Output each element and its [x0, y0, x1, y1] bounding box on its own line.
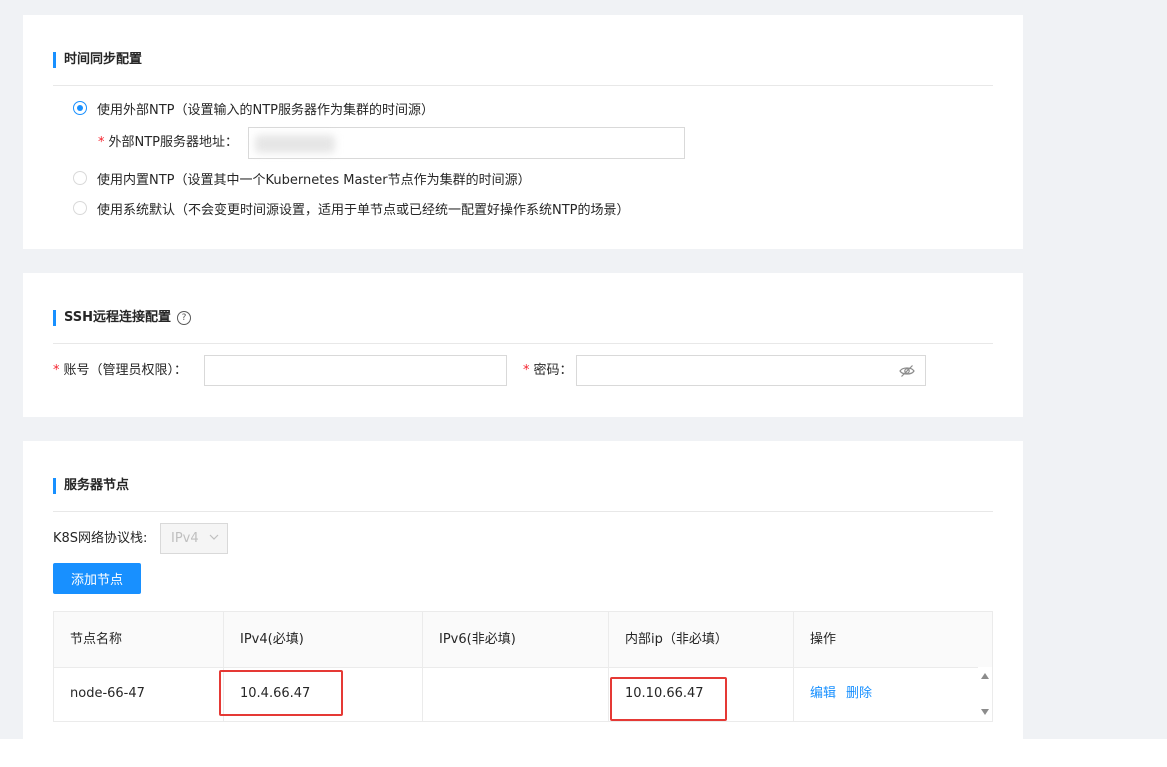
question-circle-icon[interactable]: ? — [177, 310, 192, 325]
header-ipv6: IPv6(非必填) — [423, 612, 609, 667]
table-header: 节点名称 IPv4(必填) IPv6(非必填) 内部ip（非必填） 操作 — [54, 612, 992, 668]
ssh-account-label-text: 账号（管理员权限）： — [63, 363, 188, 378]
k8s-stack-label: K8S网络协议栈: — [53, 531, 148, 546]
radio-external-ntp-label: 使用外部NTP（设置输入的NTP服务器作为集群的时间源） — [97, 102, 435, 118]
ntp-server-label: * 外部NTP服务器地址： — [98, 133, 238, 153]
nodes-table: 节点名称 IPv4(必填) IPv6(非必填) 内部ip（非必填） 操作 nod… — [53, 611, 993, 722]
required-mark: * — [53, 363, 60, 378]
ssh-password-label-text: 密码： — [533, 363, 573, 378]
ssh-account-label: * 账号（管理员权限）： — [53, 361, 187, 381]
header-ipv4: IPv4(必填) — [224, 612, 423, 667]
cell-node-name: node-66-47 — [54, 667, 224, 721]
radio-internal-ntp-control[interactable] — [73, 171, 87, 185]
cell-actions: 编辑 删除 — [794, 667, 978, 721]
radio-external-ntp[interactable]: 使用外部NTP（设置输入的NTP服务器作为集群的时间源） — [73, 98, 434, 118]
table-row: node-66-47 10.4.66.47 10.10.66.47 编辑 删除 — [54, 667, 978, 721]
ntp-divider — [53, 85, 993, 86]
radio-internal-ntp[interactable]: 使用内置NTP（设置其中一个Kubernetes Master节点作为集群的时间… — [73, 168, 531, 188]
ssh-password-label: * 密码： — [523, 361, 573, 381]
radio-internal-ntp-label: 使用内置NTP（设置其中一个Kubernetes Master节点作为集群的时间… — [97, 172, 531, 188]
header-node-name: 节点名称 — [54, 612, 224, 667]
ntp-config-card: 时间同步配置 使用外部NTP（设置输入的NTP服务器作为集群的时间源） * 外部N… — [23, 15, 1023, 249]
radio-system-default[interactable]: 使用系统默认（不会变更时间源设置，适用于单节点或已经统一配置好操作系统NTP的场… — [73, 198, 630, 218]
header-actions: 操作 — [810, 632, 837, 647]
ssh-section-title-text: SSH远程连接配置 — [64, 310, 172, 325]
nodes-divider — [53, 511, 993, 512]
bottom-strip — [0, 739, 1167, 767]
radio-external-ntp-control[interactable] — [73, 101, 87, 115]
cell-internal-ip[interactable]: 10.10.66.47 — [609, 667, 794, 721]
table-scrollbar[interactable] — [978, 667, 992, 721]
radio-system-default-control[interactable] — [73, 201, 87, 215]
add-node-button[interactable]: 添加节点 — [53, 563, 141, 594]
ntp-section-title: 时间同步配置 — [53, 52, 142, 68]
delete-link[interactable]: 删除 — [846, 686, 872, 701]
ntp-server-label-text: 外部NTP服务器地址： — [108, 135, 239, 150]
ssh-password-input[interactable] — [576, 355, 926, 386]
scroll-down-icon[interactable] — [981, 709, 989, 715]
required-mark: * — [98, 135, 105, 150]
scroll-up-icon[interactable] — [981, 673, 989, 679]
cell-ipv4[interactable]: 10.4.66.47 — [224, 667, 423, 721]
server-nodes-card: 服务器节点 K8S网络协议栈: IPv4 添加节点 节点名称 IPv4(必填) … — [23, 441, 1023, 741]
cell-ipv6[interactable] — [423, 667, 609, 721]
nodes-section-title: 服务器节点 — [53, 478, 129, 494]
required-mark: * — [523, 363, 530, 378]
header-internal-ip: 内部ip（非必填） — [609, 612, 794, 667]
chevron-down-icon — [209, 534, 219, 540]
ssh-account-input[interactable] — [204, 355, 507, 386]
redacted-value — [255, 135, 335, 153]
ssh-divider — [53, 343, 993, 344]
k8s-stack-select[interactable]: IPv4 — [160, 523, 228, 554]
radio-system-default-label: 使用系统默认（不会变更时间源设置，适用于单节点或已经统一配置好操作系统NTP的场… — [97, 202, 630, 218]
ssh-config-card: SSH远程连接配置? * 账号（管理员权限）： * 密码： — [23, 273, 1023, 417]
k8s-stack-value: IPv4 — [171, 531, 199, 546]
eye-invisible-icon[interactable] — [899, 363, 915, 379]
ssh-section-title: SSH远程连接配置? — [53, 310, 192, 326]
edit-link[interactable]: 编辑 — [810, 686, 836, 701]
